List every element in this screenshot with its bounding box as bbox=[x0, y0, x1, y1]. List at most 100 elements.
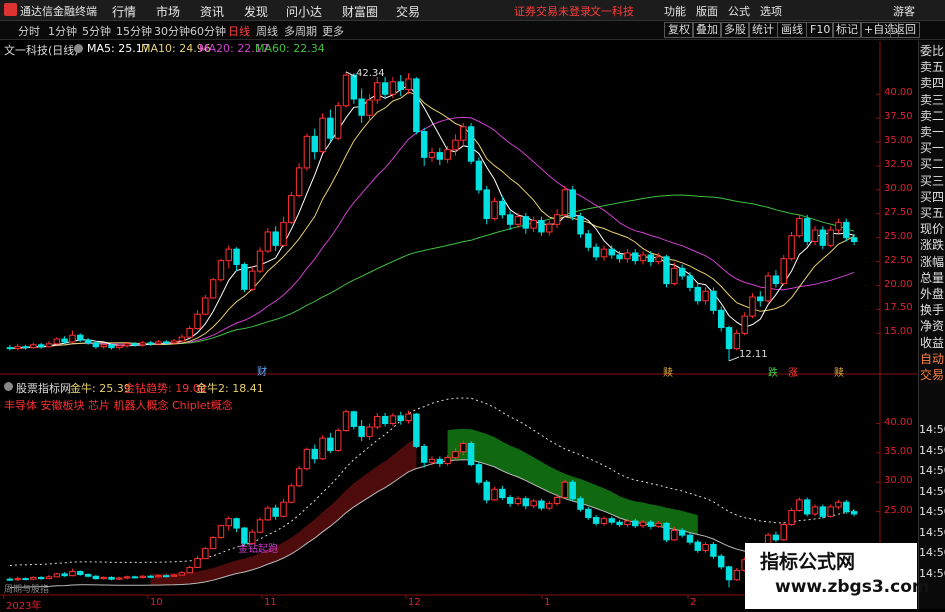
main-candle-body bbox=[522, 216, 530, 229]
tick-time-label: 14:50 bbox=[919, 464, 945, 477]
sub-candle-body bbox=[655, 522, 662, 527]
sub-candle-body bbox=[616, 521, 623, 526]
kline-chart bbox=[0, 41, 917, 599]
quote-panel-item[interactable]: 买二 bbox=[920, 157, 944, 171]
quote-panel-item[interactable]: 涨跌 bbox=[920, 238, 944, 252]
main-candle-body bbox=[53, 338, 61, 345]
quote-panel-item[interactable]: 净资 bbox=[920, 319, 944, 333]
sub-candle-body bbox=[327, 437, 334, 452]
sub-candle-body bbox=[663, 522, 670, 541]
quote-panel-item[interactable]: 卖一 bbox=[920, 125, 944, 139]
quote-panel-item[interactable]: 委比 bbox=[920, 44, 944, 58]
quote-panel-item[interactable]: 总量 bbox=[920, 271, 944, 285]
quote-panel-item[interactable]: 现价 bbox=[920, 222, 944, 236]
main-candle-body bbox=[553, 214, 561, 225]
main-candle-body bbox=[835, 221, 842, 231]
tick-time-label: 14:50 bbox=[919, 505, 945, 518]
sub-candle-body bbox=[155, 575, 162, 578]
sub-candle-body bbox=[22, 578, 29, 581]
main-candle-body bbox=[327, 117, 334, 139]
sub-candle-body bbox=[334, 430, 342, 452]
sub-candle-body bbox=[608, 518, 616, 523]
main-candle-body bbox=[717, 309, 725, 329]
main-candle-body bbox=[69, 334, 76, 343]
main-candle-body bbox=[366, 99, 373, 116]
sub-candle-body bbox=[131, 576, 139, 579]
sub-candle-body bbox=[467, 442, 475, 466]
quote-panel-item[interactable]: 卖四 bbox=[920, 76, 944, 90]
sub-candle-body bbox=[788, 509, 795, 526]
sub-candle-body bbox=[14, 578, 21, 581]
sub-candle-body bbox=[811, 506, 819, 515]
price-tick-label: 30.00 bbox=[884, 182, 913, 194]
sub-candle-body bbox=[585, 508, 592, 518]
sub-candle-body bbox=[694, 541, 701, 551]
sub-candle-body bbox=[843, 501, 850, 513]
sub-candle-body bbox=[553, 497, 561, 504]
sub-candle-body bbox=[733, 569, 741, 581]
price-tick-label: 25.00 bbox=[884, 230, 913, 242]
quote-panel-item[interactable]: 交易 bbox=[920, 368, 944, 382]
quote-panel-item[interactable]: 外盘 bbox=[920, 287, 944, 301]
sub-candle-body bbox=[100, 576, 107, 580]
event-marker-finance: 财 bbox=[257, 367, 267, 378]
sub-candle-body bbox=[671, 529, 678, 541]
main-candle-body bbox=[436, 152, 444, 160]
sub-candle-body bbox=[163, 575, 170, 578]
quote-panel-item[interactable]: 收益 bbox=[920, 336, 944, 350]
main-candle-body bbox=[92, 342, 100, 348]
quote-panel-item[interactable]: 买三 bbox=[920, 174, 944, 188]
quote-panel-item[interactable]: 卖五 bbox=[920, 60, 944, 74]
sub-candle-body bbox=[147, 575, 154, 578]
sub-candle-body bbox=[6, 578, 14, 581]
main-candle-body bbox=[342, 74, 350, 107]
sub-candle-body bbox=[514, 498, 522, 504]
price-tick-label: 22.50 bbox=[884, 254, 913, 266]
main-candle-body bbox=[272, 231, 279, 246]
main-candle-body bbox=[600, 248, 608, 258]
main-candle-body bbox=[647, 254, 655, 263]
main-candle-body bbox=[475, 160, 483, 191]
main-candle-body bbox=[811, 229, 819, 243]
sub-candle-body bbox=[460, 442, 467, 453]
quote-panel-item[interactable]: 买五 bbox=[920, 206, 944, 220]
sub-candle-body bbox=[835, 501, 842, 508]
quote-panel-item[interactable]: 卖三 bbox=[920, 93, 944, 107]
quote-panel-item[interactable]: 卖二 bbox=[920, 109, 944, 123]
quote-panel-item[interactable]: 涨幅 bbox=[920, 255, 944, 269]
main-candle-body bbox=[22, 346, 29, 349]
sub-candle-body bbox=[452, 451, 459, 459]
sub-candle-body bbox=[772, 534, 780, 541]
main-candle-body bbox=[30, 344, 37, 349]
sub-candle-body bbox=[444, 457, 451, 464]
main-candle-body bbox=[772, 275, 780, 285]
main-candle-body bbox=[209, 279, 217, 299]
main-candle-body bbox=[170, 340, 178, 344]
sub-candle-body bbox=[178, 572, 186, 576]
main-candle-body bbox=[420, 131, 428, 158]
quote-panel-item[interactable]: 买一 bbox=[920, 141, 944, 155]
main-candle-body bbox=[780, 258, 787, 285]
ma10-line bbox=[9, 91, 855, 350]
sub-candle-body bbox=[108, 576, 115, 580]
high-price-label: 42.34 bbox=[356, 67, 385, 79]
sub-candle-body bbox=[358, 425, 365, 437]
main-candle-body bbox=[538, 219, 545, 233]
main-candle-body bbox=[514, 216, 522, 225]
sub-candle-body bbox=[397, 415, 404, 422]
sub-candle-body bbox=[186, 566, 193, 574]
low-marker-line bbox=[728, 356, 740, 362]
quote-panel-item[interactable]: 买四 bbox=[920, 190, 944, 204]
main-candle-body bbox=[108, 344, 115, 349]
quote-panel-item[interactable]: 自动 bbox=[920, 352, 944, 366]
sub-candle-body bbox=[61, 573, 68, 577]
main-candle-body bbox=[241, 263, 248, 290]
sub-candle-body bbox=[506, 497, 514, 504]
main-candle-body bbox=[100, 344, 107, 348]
sub-candle-body bbox=[647, 521, 655, 527]
quote-panel-item[interactable]: 换手 bbox=[920, 303, 944, 317]
sub-candle-body bbox=[600, 518, 608, 524]
sub-candle-body bbox=[116, 577, 123, 580]
main-candle-body bbox=[248, 270, 256, 290]
main-candle-body bbox=[827, 229, 834, 246]
